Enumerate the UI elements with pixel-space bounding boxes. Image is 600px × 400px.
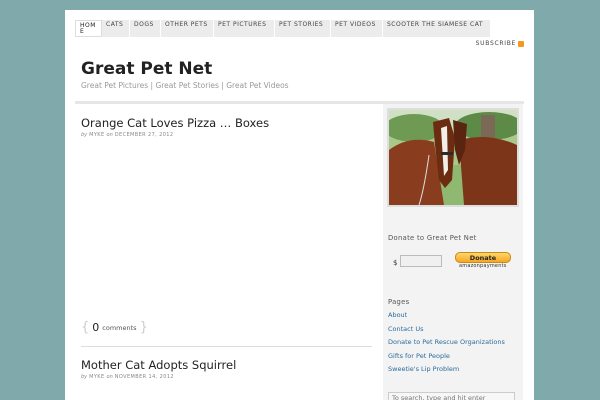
page-link-about[interactable]: About bbox=[388, 311, 407, 319]
page-container: Home Cats Dogs Other Pets Pet Pictures P… bbox=[65, 10, 534, 400]
nav-home[interactable]: Home bbox=[75, 20, 102, 37]
sidebar: Donate to Great Pet Net $ Donate amazonp… bbox=[383, 104, 523, 400]
nav-other-pets[interactable]: Other Pets bbox=[161, 20, 214, 37]
site-title[interactable]: Great Pet Net bbox=[81, 59, 212, 79]
post-on-label: on bbox=[106, 132, 113, 138]
page-link-gifts[interactable]: Gifts for Pet People bbox=[388, 352, 450, 360]
donate-button[interactable]: Donate amazonpayments bbox=[455, 252, 511, 271]
post-date: NOVEMBER 14, 2012 bbox=[114, 374, 174, 380]
post-on-label: on bbox=[106, 374, 113, 380]
left-brace-icon: { bbox=[81, 320, 90, 335]
nav-pet-pictures[interactable]: Pet Pictures bbox=[214, 20, 275, 37]
nav-scooter-the-siamese-cat[interactable]: Scooter the Siamese Cat bbox=[383, 20, 491, 37]
page-link-contact-us[interactable]: Contact Us bbox=[388, 325, 424, 333]
post-author[interactable]: MYKE bbox=[89, 132, 104, 138]
post-meta: by MYKE on DECEMBER 27, 2012 bbox=[81, 132, 173, 138]
rss-icon bbox=[518, 40, 524, 47]
nav-cats[interactable]: Cats bbox=[102, 20, 130, 37]
site-description: Great Pet Pictures | Great Pet Stories |… bbox=[81, 81, 289, 90]
nav-pet-videos[interactable]: Pet Videos bbox=[331, 20, 383, 37]
subscribe-link[interactable]: SUBSCRIBE bbox=[476, 40, 524, 47]
horses-photo bbox=[389, 110, 517, 205]
donate-button-label: Donate bbox=[455, 252, 511, 263]
page-link-sweetie[interactable]: Sweetie's Lip Problem bbox=[388, 365, 459, 373]
post-by-label: by bbox=[81, 132, 88, 138]
featured-photo-frame bbox=[387, 108, 519, 207]
page-link-donate-rescue[interactable]: Donate to Pet Rescue Organizations bbox=[388, 338, 505, 346]
currency-symbol: $ bbox=[393, 259, 398, 267]
donate-widget-title: Donate to Great Pet Net bbox=[388, 234, 477, 242]
post-title[interactable]: Orange Cat Loves Pizza … Boxes bbox=[81, 116, 269, 130]
comment-count: 0 bbox=[92, 321, 100, 334]
right-brace-icon: } bbox=[139, 320, 148, 335]
nav-pet-stories[interactable]: Pet Stories bbox=[275, 20, 331, 37]
pages-widget-title: Pages bbox=[388, 298, 410, 306]
search-input[interactable] bbox=[388, 392, 515, 400]
post-meta: by MYKE on NOVEMBER 14, 2012 bbox=[81, 374, 174, 380]
main-nav: Home Cats Dogs Other Pets Pet Pictures P… bbox=[75, 20, 491, 48]
post-date: DECEMBER 27, 2012 bbox=[114, 132, 174, 138]
comments-link[interactable]: { 0 comments } bbox=[81, 320, 148, 335]
post-by-label: by bbox=[81, 374, 88, 380]
subscribe-label: SUBSCRIBE bbox=[475, 40, 516, 47]
nav-dogs[interactable]: Dogs bbox=[130, 20, 161, 37]
amazon-payments-logo: amazonpayments bbox=[459, 263, 507, 269]
post-author[interactable]: MYKE bbox=[89, 374, 104, 380]
post-title[interactable]: Mother Cat Adopts Squirrel bbox=[81, 358, 236, 372]
comments-label: comments bbox=[102, 323, 137, 332]
donation-amount-input[interactable] bbox=[400, 255, 442, 267]
post-divider bbox=[81, 346, 372, 347]
